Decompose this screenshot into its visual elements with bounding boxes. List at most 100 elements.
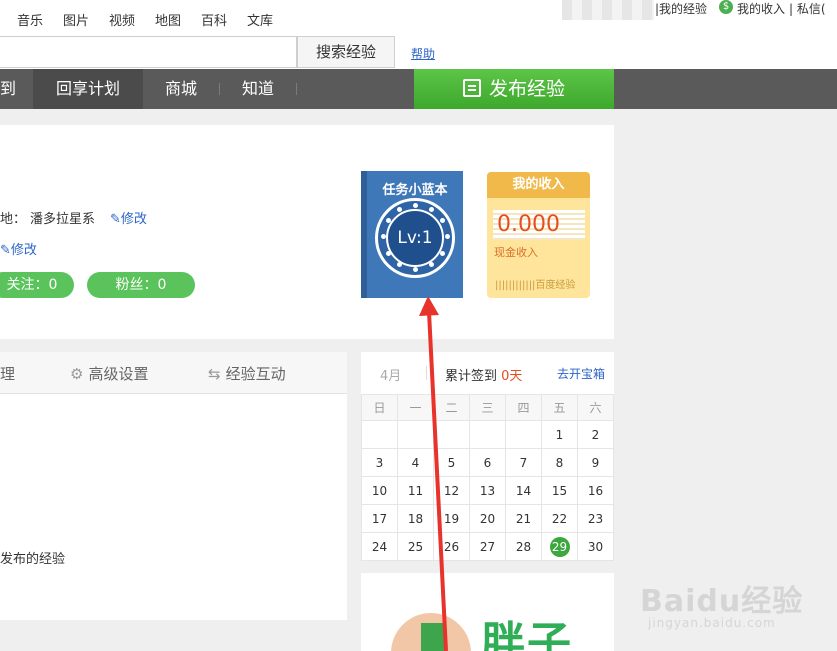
badge-dot [445, 234, 450, 239]
calendar-day[interactable]: 20 [469, 504, 506, 533]
task-book-card[interactable]: 任务小蓝本 Lv:1 [361, 171, 463, 298]
weekday-header: 五 [541, 394, 578, 421]
nav-item-partial[interactable]: 到 [0, 69, 33, 109]
calendar-day [361, 420, 398, 449]
calendar-day[interactable]: 6 [469, 448, 506, 477]
calendar-month: 4月 [380, 369, 402, 384]
checkin-summary: 累计签到 0天 [445, 365, 522, 384]
top-bar: 音乐 图片 视频 地图 百科 文库 |我的经验 $ 我的收入 | 私信( [0, 0, 837, 36]
calendar-day[interactable]: 16 [577, 476, 614, 505]
calendar-day[interactable]: 14 [505, 476, 542, 505]
nav-link-map[interactable]: 地图 [155, 10, 181, 29]
nav-divider [296, 83, 297, 95]
calendar-day [397, 420, 434, 449]
calendar-day[interactable]: 7 [505, 448, 542, 477]
calendar-day[interactable]: 17 [361, 504, 398, 533]
ad-figure-detail [421, 623, 445, 651]
nav-item-zhidao[interactable]: 知道 [220, 69, 296, 109]
calendar-day[interactable]: 13 [469, 476, 506, 505]
tab-interaction[interactable]: ⇆ 经验互动 [208, 363, 286, 384]
messages-link[interactable]: | 私信( [789, 0, 826, 17]
calendar-day[interactable]: 12 [433, 476, 470, 505]
my-experience-link[interactable]: |我的经验 [655, 0, 707, 17]
calendar-day[interactable]: 24 [361, 532, 398, 561]
location-value: 潘多拉星系 [30, 212, 96, 227]
gear-icon: ⚙ [70, 365, 84, 383]
calendar-day[interactable]: 15 [541, 476, 578, 505]
calendar-day[interactable]: 19 [433, 504, 470, 533]
tab-advanced-settings[interactable]: ⚙ 高级设置 [70, 363, 148, 384]
edit-label: 修改 [10, 243, 37, 258]
edit-pencil-icon: ✎ [0, 243, 11, 258]
search-row: 搜索经验 帮助 [0, 36, 837, 69]
calendar-day[interactable]: 26 [433, 532, 470, 561]
weekday-header: 二 [433, 394, 470, 421]
calendar-day[interactable]: 21 [505, 504, 542, 533]
weekday-header: 一 [397, 394, 434, 421]
calendar-divider [426, 366, 427, 380]
calendar-day[interactable]: 9 [577, 448, 614, 477]
calendar-day[interactable]: 29 [541, 532, 578, 561]
calendar-day[interactable]: 22 [541, 504, 578, 533]
my-income-link[interactable]: 我的收入 [737, 0, 785, 17]
income-card[interactable]: 我的收入 0.000 现金收入 ||||||||||||百度经验 [487, 172, 590, 298]
published-note: 发布的经验 [0, 552, 66, 567]
nav-item-huixiang[interactable]: 回享计划 [33, 69, 143, 109]
badge-dot [429, 207, 434, 212]
publish-experience-button[interactable]: 发布经验 [414, 69, 614, 109]
calendar-day[interactable]: 23 [577, 504, 614, 533]
calendar-week-row: 17 18 19 20 21 22 23 [361, 504, 614, 533]
calendar-day[interactable]: 4 [397, 448, 434, 477]
edit-profile-link[interactable]: ✎修改 [0, 239, 37, 258]
follow-button[interactable]: 关注：0 [0, 272, 74, 298]
calendar-day[interactable]: 11 [397, 476, 434, 505]
calendar-day[interactable]: 3 [361, 448, 398, 477]
nav-link-baike[interactable]: 百科 [201, 10, 227, 29]
search-input[interactable] [0, 36, 297, 68]
badge-dot [413, 267, 418, 272]
nav-link-music[interactable]: 音乐 [17, 10, 43, 29]
edit-pencil-icon: ✎ [110, 212, 121, 227]
calendar-day [433, 420, 470, 449]
weekday-header: 三 [469, 394, 506, 421]
settings-tabs: 理 ⚙ 高级设置 ⇆ 经验互动 [0, 352, 347, 394]
income-amount: 0.000 [493, 210, 585, 240]
help-link[interactable]: 帮助 [411, 45, 435, 62]
calendar-day[interactable]: 25 [397, 532, 434, 561]
nav-item-mall[interactable]: 商城 [143, 69, 219, 109]
fans-button[interactable]: 粉丝：0 [87, 272, 195, 298]
edit-location-link[interactable]: ✎修改 [110, 208, 147, 227]
nav-link-images[interactable]: 图片 [63, 10, 89, 29]
calendar-week-row: 12 [361, 420, 614, 449]
calendar-day[interactable]: 10 [361, 476, 398, 505]
nav-link-video[interactable]: 视频 [109, 10, 135, 29]
income-title: 我的收入 [487, 172, 590, 198]
calendar-day[interactable]: 30 [577, 532, 614, 561]
tab-label: 经验互动 [225, 365, 286, 383]
level-badge: Lv:1 [375, 198, 455, 278]
calendar-day[interactable]: 28 [505, 532, 542, 561]
calendar-day[interactable]: 1 [541, 420, 578, 449]
calendar-week-row: 10 11 12 13 14 15 16 [361, 476, 614, 505]
tab-manage[interactable]: 理 [0, 363, 15, 384]
checkin-label: 累计签到 [445, 369, 498, 384]
calendar-day[interactable]: 18 [397, 504, 434, 533]
tab-label: 高级设置 [88, 365, 149, 383]
weekday-row: 日一二三四五六 [361, 394, 614, 421]
open-treasure-link[interactable]: 去开宝箱 [557, 365, 605, 382]
calendar-day[interactable]: 27 [469, 532, 506, 561]
settings-panel: 理 ⚙ 高级设置 ⇆ 经验互动 发布的经验 [0, 352, 347, 620]
calendar-today-marker: 29 [549, 536, 570, 557]
publish-edit-icon [462, 79, 481, 97]
ad-card[interactable]: 胖子 [361, 573, 614, 651]
income-cash-label: 现金收入 [494, 246, 538, 259]
calendar-header: 4月 累计签到 0天 去开宝箱 [361, 352, 614, 392]
calendar-day[interactable]: 5 [433, 448, 470, 477]
calendar-day[interactable]: 8 [541, 448, 578, 477]
nav-link-wenku[interactable]: 文库 [247, 10, 273, 29]
calendar-day [505, 420, 542, 449]
search-button[interactable]: 搜索经验 [297, 36, 395, 68]
badge-dot [440, 218, 445, 223]
calendar-day[interactable]: 2 [577, 420, 614, 449]
checkin-calendar: 4月 累计签到 0天 去开宝箱 日一二三四五六 1 2 3 4 5 6 7 8 9 10 11 12 1… [361, 352, 614, 561]
